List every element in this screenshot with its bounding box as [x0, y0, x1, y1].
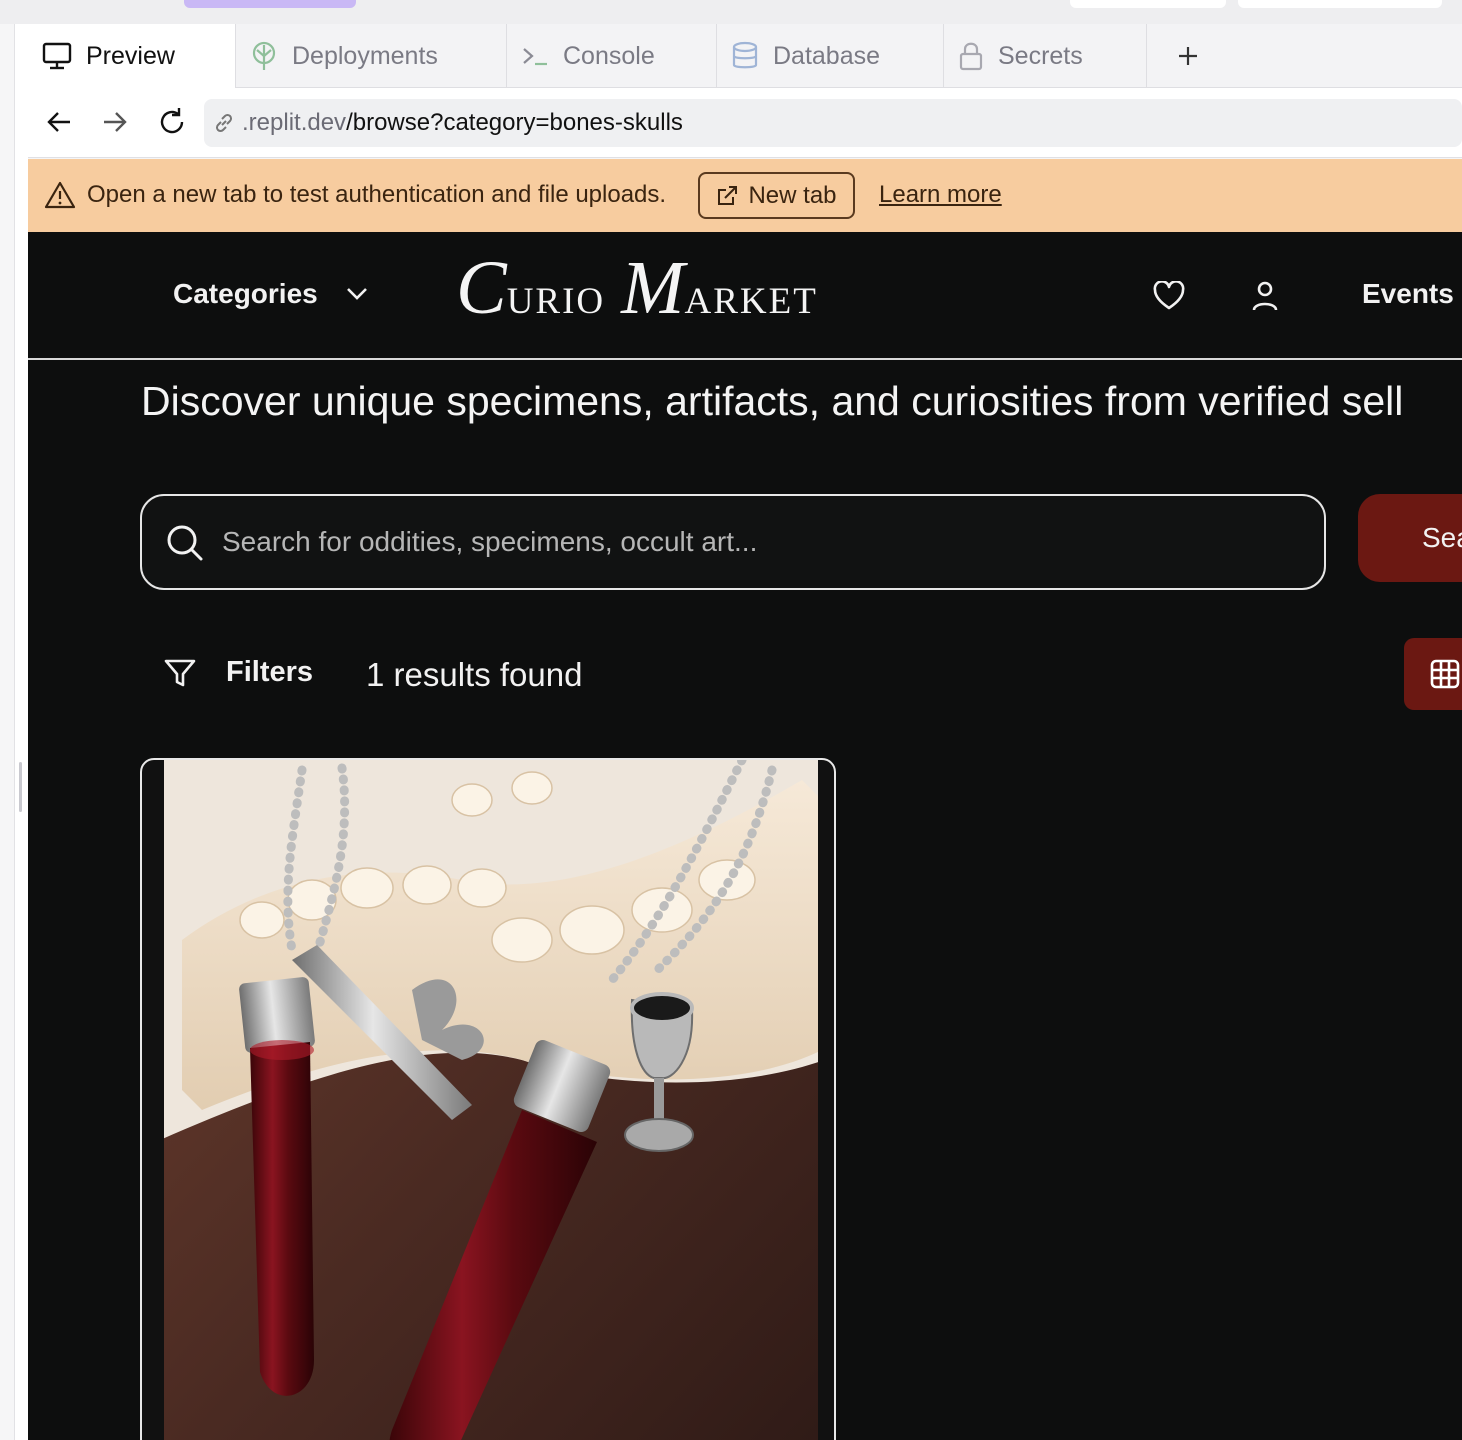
grid-view-button[interactable]	[1404, 638, 1462, 710]
toolbar-pill-2[interactable]	[1238, 0, 1442, 8]
browser-toolbar: .replit.dev/browse?category=bones-skulls	[28, 88, 1462, 158]
warning-icon	[44, 181, 76, 209]
tab-label: Console	[563, 41, 655, 70]
new-tab-label: New tab	[748, 181, 837, 209]
categories-label: Categories	[173, 278, 318, 309]
account-button[interactable]	[1247, 278, 1283, 314]
results-count: 1 results found	[366, 656, 583, 693]
tab-label: Database	[773, 41, 881, 70]
search-button-label: Sea	[1422, 522, 1462, 553]
learn-more-link[interactable]: Learn more	[879, 181, 1002, 209]
tab-database[interactable]: Database	[717, 24, 944, 88]
external-link-icon	[716, 185, 738, 207]
site-logo[interactable]: C URIO M ARKET	[456, 250, 834, 340]
chevron-down-icon	[346, 287, 368, 301]
grid-icon	[1430, 659, 1460, 689]
terminal-icon	[521, 44, 549, 68]
logo-cap-2: M	[621, 246, 685, 330]
hero-tagline: Discover unique specimens, artifacts, an…	[141, 378, 1404, 424]
logo-rest-2: ARKET	[684, 281, 818, 322]
heart-icon	[1153, 281, 1185, 311]
pane-gutter	[15, 24, 28, 1440]
url-path: /browse?category=bones-skulls	[346, 109, 683, 136]
reload-button[interactable]	[154, 104, 190, 140]
toolbar-pill-1[interactable]	[1070, 0, 1226, 8]
lock-icon	[958, 41, 984, 71]
favorites-button[interactable]	[1151, 278, 1187, 314]
events-link[interactable]: Events	[1362, 278, 1454, 310]
forward-button[interactable]	[97, 104, 133, 140]
site-header: Categories C URIO M ARKET Events	[28, 232, 1462, 360]
tab-label: Preview	[86, 41, 175, 70]
site-preview: Categories C URIO M ARKET Events Discove…	[28, 232, 1462, 1440]
search-input[interactable]	[222, 516, 1302, 568]
new-tab-button[interactable]: New tab	[698, 172, 855, 219]
monitor-icon	[42, 42, 72, 70]
reload-icon	[157, 107, 187, 137]
workspace-tab-bar: Preview Deployments Console Database Sec…	[28, 24, 1462, 88]
url-field[interactable]: .replit.dev/browse?category=bones-skulls	[204, 99, 1462, 147]
logo-cap-1: C	[456, 246, 507, 330]
top-strip	[0, 0, 1462, 24]
database-icon	[731, 41, 759, 71]
search-button[interactable]: Sea	[1358, 494, 1462, 582]
add-tab-button[interactable]	[1164, 24, 1212, 88]
categories-dropdown[interactable]: Categories	[173, 278, 368, 310]
arrow-right-icon	[102, 110, 128, 134]
workspace-pill[interactable]	[184, 0, 356, 8]
url-host: .replit.dev	[242, 109, 347, 136]
search-icon	[166, 524, 204, 562]
tab-label: Secrets	[998, 41, 1083, 70]
tab-label: Deployments	[292, 41, 438, 70]
banner-message: Open a new tab to test authentication an…	[87, 181, 667, 208]
left-panel-edge	[0, 24, 15, 1440]
product-card[interactable]	[140, 758, 836, 1440]
dev-warning-banner: Open a new tab to test authentication an…	[28, 159, 1462, 232]
tab-preview[interactable]: Preview	[28, 24, 236, 88]
filters-label: Filters	[226, 656, 314, 688]
search-box[interactable]	[140, 494, 1326, 590]
user-icon	[1251, 280, 1279, 312]
tab-console[interactable]: Console	[507, 24, 717, 88]
plus-icon	[1177, 45, 1199, 67]
link-icon	[212, 111, 236, 135]
tab-secrets[interactable]: Secrets	[944, 24, 1147, 88]
resize-handle[interactable]	[19, 762, 22, 812]
filters-toggle[interactable]: Filters	[164, 656, 313, 689]
deployments-icon	[250, 41, 278, 71]
logo-rest-1: URIO	[506, 281, 606, 322]
arrow-left-icon	[46, 110, 72, 134]
filter-icon	[164, 658, 196, 688]
product-image	[142, 760, 834, 1440]
tab-deployments[interactable]: Deployments	[236, 24, 507, 88]
back-button[interactable]	[41, 104, 77, 140]
